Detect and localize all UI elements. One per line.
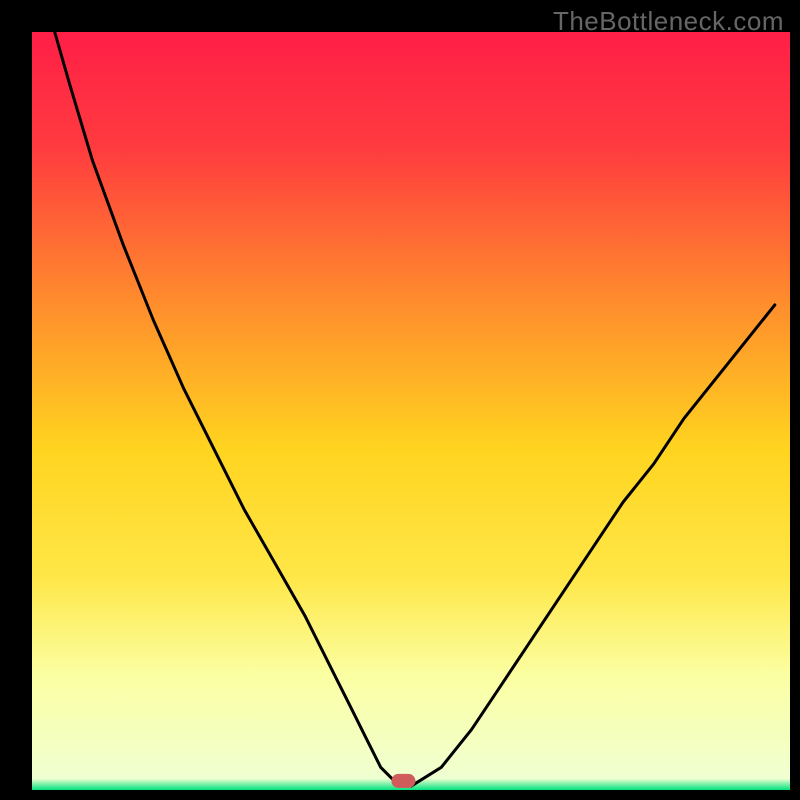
chart-frame: TheBottleneck.com (0, 0, 800, 800)
optimal-point-marker (391, 774, 415, 788)
bottleneck-chart (0, 0, 800, 800)
